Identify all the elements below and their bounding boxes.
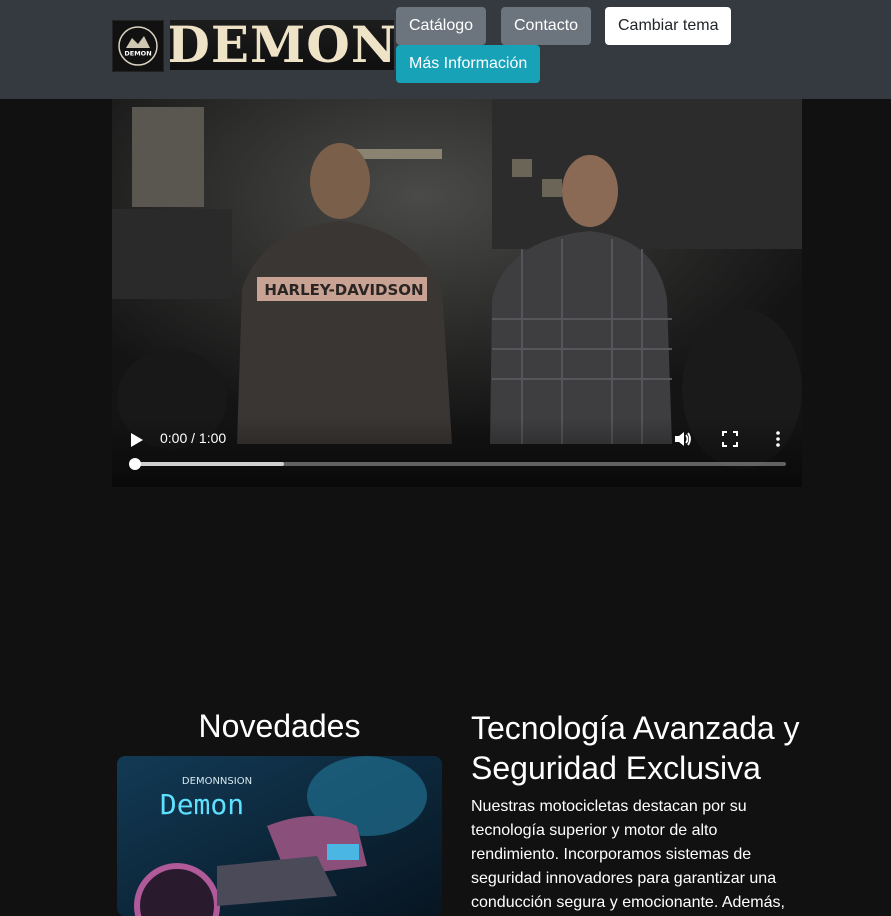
mas-informacion-button[interactable]: Más Información xyxy=(396,45,541,83)
tecnologia-paragraph: Nuestras motocicletas destacan por su te… xyxy=(471,798,785,911)
play-icon[interactable] xyxy=(130,432,144,448)
novedades-heading: Novedades xyxy=(198,708,361,744)
contacto-button[interactable]: Contacto xyxy=(501,7,592,45)
novedades-motorcycle-image: DEMONNSION Demon xyxy=(117,756,442,916)
logo-wordmark[interactable]: DEMON xyxy=(170,20,394,70)
logo-emblem-icon: DEMON xyxy=(118,26,158,66)
video-time-display: 0:00 / 1:00 xyxy=(160,430,227,446)
video-progress-bar[interactable] xyxy=(129,458,786,470)
logo-text: DEMON xyxy=(170,20,394,70)
video-buffered-range xyxy=(134,462,284,466)
logo-badge[interactable]: DEMON xyxy=(112,20,164,72)
catalogo-button[interactable]: Catálogo xyxy=(396,7,487,45)
novedades-image: DEMONNSION Demon xyxy=(117,756,442,916)
tecnologia-heading: Tecnología Avanzada y Seguridad Exclusiv… xyxy=(471,710,800,786)
video-progress-thumb[interactable] xyxy=(129,458,141,470)
fullscreen-icon[interactable] xyxy=(722,431,738,447)
image-text-main: Demon xyxy=(160,788,244,821)
volume-icon[interactable] xyxy=(674,430,692,448)
jacket-text: HARLEY-DAVIDSON xyxy=(264,281,423,299)
more-options-icon[interactable] xyxy=(774,430,782,448)
cambiar-tema-button[interactable]: Cambiar tema xyxy=(605,7,732,45)
video-controls-bar: 0:00 / 1:00 xyxy=(112,417,802,487)
promo-video-player[interactable]: HARLEY-DAVIDSON 0:00 / 1:00 xyxy=(112,99,802,487)
site-header: DEMON DEMON Catálogo Contacto Cambiar te… xyxy=(0,0,891,99)
image-text-top: DEMONNSION xyxy=(182,776,252,787)
logo-badge-text: DEMON xyxy=(124,50,151,58)
